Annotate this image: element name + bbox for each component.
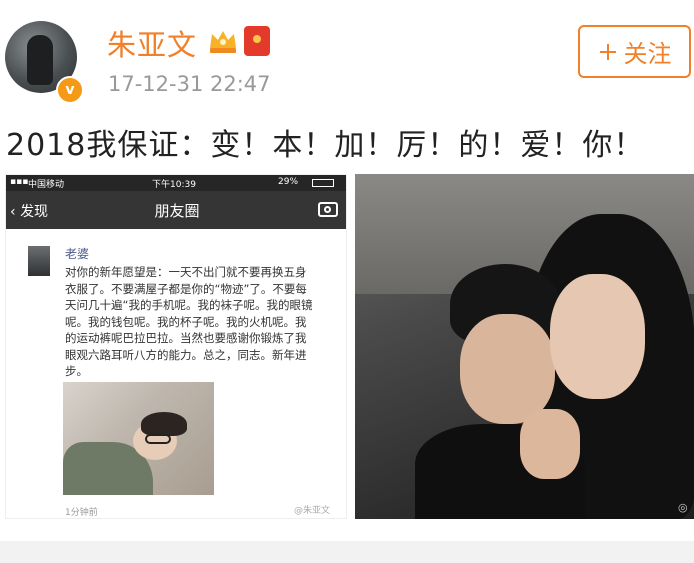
photo-person-hair <box>141 412 187 436</box>
verified-badge-icon: v <box>56 76 84 104</box>
moment-text: 对你的新年愿望是：一天不出门就不要再换五身衣服了。不要满屋子都是你的“物迹”了。… <box>65 265 313 378</box>
red-envelope-icon <box>244 26 270 56</box>
nav-bar: ‹ 发现 朋友圈 <box>6 191 346 229</box>
footer-divider <box>0 541 694 563</box>
crown-vip-icon <box>210 31 236 53</box>
photo-man-face <box>460 314 555 424</box>
username[interactable]: 朱亚文 <box>107 22 197 64</box>
camera-lens <box>324 206 331 213</box>
status-bar: ▪▪▪ 中国移动 下午10:39 29% <box>6 175 346 191</box>
photo-watermark-icon: ◎ <box>678 501 688 514</box>
camera-icon[interactable] <box>318 202 338 217</box>
wechat-screenshot-image[interactable]: ▪▪▪ 中国移动 下午10:39 29% ‹ 发现 朋友圈 老婆 对你的新年愿望… <box>5 174 347 519</box>
nav-title: 朋友圈 <box>154 202 200 220</box>
post-timestamp: 17-12-31 22:47 <box>108 72 271 96</box>
carrier-label: 中国移动 <box>28 180 65 190</box>
watermark: @朱亚文 <box>294 506 331 516</box>
status-time: 下午10:39 <box>152 180 196 190</box>
photo-glasses <box>145 434 171 444</box>
follow-label: 关注 <box>623 40 672 68</box>
avatar-figure <box>27 35 53 85</box>
post-text: 2018我保证：变！本！加！厉！的！爱！你！ <box>6 128 645 163</box>
red-envelope-seal <box>253 35 261 43</box>
status-battery-label: 29% <box>278 177 299 187</box>
moment-avatar[interactable] <box>28 246 50 276</box>
moment-photo[interactable] <box>63 382 214 495</box>
signal-icon: ▪▪▪ <box>10 177 29 187</box>
moment-author[interactable]: 老婆 <box>65 245 89 262</box>
selfie-photo[interactable]: ◎ <box>355 174 694 519</box>
photo-hand <box>520 409 580 479</box>
moment-time: 1分钟前 <box>65 508 98 518</box>
battery-icon <box>312 179 334 187</box>
plus-icon <box>599 43 616 60</box>
photo-woman-face <box>550 274 645 399</box>
follow-button[interactable]: 关注 <box>578 25 691 78</box>
